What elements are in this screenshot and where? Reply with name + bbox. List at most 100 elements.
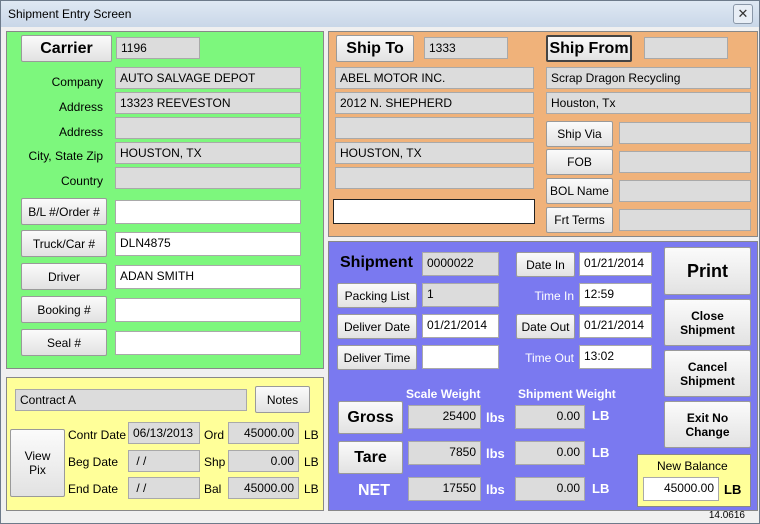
shipment-title: Shipment xyxy=(340,254,413,271)
booking-field[interactable] xyxy=(115,298,301,322)
bl-order-button[interactable]: B/L #/Order # xyxy=(21,198,107,225)
deliver-time-button[interactable]: Deliver Time xyxy=(337,345,417,370)
carrier-button[interactable]: Carrier xyxy=(21,35,112,62)
end-date-field[interactable]: / / xyxy=(128,477,200,499)
date-in-button[interactable]: Date In xyxy=(516,252,575,277)
ship-to-line1[interactable]: ABEL MOTOR INC. xyxy=(335,67,534,89)
date-out-field[interactable]: 01/21/2014 xyxy=(579,314,652,338)
frt-terms-button[interactable]: Frt Terms xyxy=(546,207,613,233)
bol-name-button[interactable]: BOL Name xyxy=(546,178,613,204)
seal-field[interactable] xyxy=(115,331,301,355)
new-balance-unit: LB xyxy=(724,482,742,497)
net-scale-field[interactable]: 17550 xyxy=(408,477,481,501)
time-in-label: Time In xyxy=(534,289,574,303)
ord-field[interactable]: 45000.00 xyxy=(228,422,299,444)
ship-to-button[interactable]: Ship To xyxy=(336,35,414,62)
tare-lbs-unit: lbs xyxy=(486,446,505,461)
ship-to-line5[interactable] xyxy=(335,167,534,189)
frt-terms-field[interactable] xyxy=(619,209,751,231)
address1-field[interactable]: 13323 REEVESTON xyxy=(115,92,301,114)
close-window-icon[interactable]: ✕ xyxy=(733,4,753,24)
window-title: Shipment Entry Screen xyxy=(8,7,132,21)
deliver-date-field[interactable]: 01/21/2014 xyxy=(422,314,499,338)
contr-date-field[interactable]: 06/13/2013 xyxy=(128,422,200,444)
end-date-label: End Date xyxy=(68,482,119,496)
gross-scale-field[interactable]: 25400 xyxy=(408,405,481,429)
ord-unit: LB xyxy=(304,428,319,442)
address2-field[interactable] xyxy=(115,117,301,139)
scale-weight-header: Scale Weight xyxy=(406,387,481,401)
beg-date-label: Beg Date xyxy=(68,455,119,469)
carrier-id-field[interactable]: 1196 xyxy=(116,37,200,59)
net-ship-field[interactable]: 0.00 xyxy=(515,477,585,501)
seal-button[interactable]: Seal # xyxy=(21,329,107,356)
driver-field[interactable]: ADAN SMITH xyxy=(115,265,301,289)
gross-ship-field[interactable]: 0.00 xyxy=(515,405,585,429)
ship-from-name[interactable]: Scrap Dragon Recycling xyxy=(546,67,751,89)
address1-label: Address xyxy=(58,100,103,114)
ship-from-button[interactable]: Ship From xyxy=(546,35,632,62)
time-out-field[interactable]: 13:02 xyxy=(579,345,652,369)
ship-to-line4[interactable]: HOUSTON, TX xyxy=(335,142,534,164)
bol-name-field[interactable] xyxy=(619,180,751,202)
date-in-field[interactable]: 01/21/2014 xyxy=(579,252,652,276)
shipment-entry-window: Shipment Entry Screen ✕ Carrier 1196 Com… xyxy=(0,0,760,524)
shp-label: Shp xyxy=(204,455,226,469)
close-shipment-button[interactable]: Close Shipment xyxy=(664,299,751,346)
print-button[interactable]: Print xyxy=(664,247,751,295)
ship-from-city[interactable]: Houston, Tx xyxy=(546,92,751,114)
notes-button[interactable]: Notes xyxy=(255,386,310,413)
deliver-time-field[interactable] xyxy=(422,345,499,369)
address2-label: Address xyxy=(58,125,103,139)
ship-via-field[interactable] xyxy=(619,122,751,144)
contr-date-label: Contr Date xyxy=(68,428,127,442)
packing-list-button[interactable]: Packing List xyxy=(337,283,417,308)
gross-button[interactable]: Gross xyxy=(338,401,403,434)
new-balance-label: New Balance xyxy=(657,459,728,473)
country-label: Country xyxy=(60,174,103,188)
shipment-weight-header: Shipment Weight xyxy=(518,387,616,401)
tare-lb-unit: LB xyxy=(592,445,610,460)
view-pix-button[interactable]: View Pix xyxy=(10,429,65,497)
tare-button[interactable]: Tare xyxy=(338,441,403,474)
truck-car-field[interactable]: DLN4875 xyxy=(115,232,301,256)
version-label: 14.0616 xyxy=(708,510,745,521)
city-state-zip-field[interactable]: HOUSTON, TX xyxy=(115,142,301,164)
deliver-date-button[interactable]: Deliver Date xyxy=(337,314,417,339)
booking-button[interactable]: Booking # xyxy=(21,296,107,323)
time-in-field[interactable]: 12:59 xyxy=(579,283,652,307)
ship-to-line2[interactable]: 2012 N. SHEPHERD xyxy=(335,92,534,114)
ship-to-line3[interactable] xyxy=(335,117,534,139)
city-state-zip-label: City, State Zip xyxy=(28,149,103,163)
shipment-number-field[interactable]: 0000022 xyxy=(422,252,499,276)
cancel-shipment-button[interactable]: Cancel Shipment xyxy=(664,350,751,397)
tare-ship-field[interactable]: 0.00 xyxy=(515,441,585,465)
exit-no-change-button[interactable]: Exit No Change xyxy=(664,401,751,448)
tare-scale-field[interactable]: 7850 xyxy=(408,441,481,465)
date-out-button[interactable]: Date Out xyxy=(516,314,575,339)
country-field[interactable] xyxy=(115,167,301,189)
fob-field[interactable] xyxy=(619,151,751,173)
gross-lb-unit: LB xyxy=(592,408,610,423)
shp-field[interactable]: 0.00 xyxy=(228,450,299,472)
bal-unit: LB xyxy=(304,482,319,496)
ship-to-line6[interactable] xyxy=(333,199,535,224)
new-balance-field[interactable]: 45000.00 xyxy=(643,477,719,501)
beg-date-field[interactable]: / / xyxy=(128,450,200,472)
fob-button[interactable]: FOB xyxy=(546,149,613,175)
packing-list-field[interactable]: 1 xyxy=(422,283,499,307)
net-lbs-unit: lbs xyxy=(486,482,505,497)
company-field[interactable]: AUTO SALVAGE DEPOT xyxy=(115,67,301,89)
bl-order-field[interactable] xyxy=(115,200,301,224)
bal-label: Bal xyxy=(204,482,222,496)
ship-to-id-field[interactable]: 1333 xyxy=(424,37,508,59)
truck-car-button[interactable]: Truck/Car # xyxy=(21,230,107,257)
ord-label: Ord xyxy=(204,428,225,442)
contract-name-field[interactable]: Contract A xyxy=(15,389,247,411)
net-label: NET xyxy=(358,482,390,499)
shp-unit: LB xyxy=(304,455,319,469)
bal-field[interactable]: 45000.00 xyxy=(228,477,299,499)
ship-via-button[interactable]: Ship Via xyxy=(546,121,613,147)
driver-button[interactable]: Driver xyxy=(21,263,107,290)
ship-from-id-field[interactable] xyxy=(644,37,728,59)
